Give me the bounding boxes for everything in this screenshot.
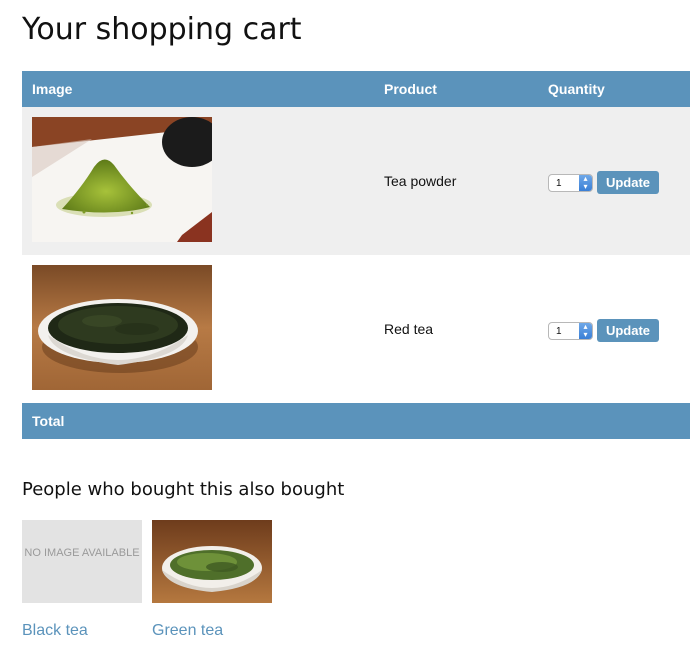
page-title: Your shopping cart <box>22 12 302 47</box>
green-tea-bowl-photo-icon <box>152 520 272 603</box>
select-arrows-icon: ▴ ▾ <box>579 322 592 339</box>
product-image[interactable] <box>32 117 212 242</box>
select-arrows-icon: ▴ ▾ <box>579 174 592 191</box>
cart-table: Image Product Quantity Tea powder 1 ▴ ▾ … <box>22 71 690 439</box>
product-name: Tea powder <box>384 173 457 189</box>
header-product: Product <box>384 81 437 97</box>
header-image: Image <box>32 81 73 97</box>
matcha-powder-photo-icon <box>32 117 212 242</box>
quantity-select[interactable]: 1 ▴ ▾ <box>548 321 593 340</box>
product-image[interactable] <box>32 265 212 390</box>
table-header: Image Product Quantity <box>22 71 690 107</box>
no-image-placeholder[interactable]: NO IMAGE AVAILABLE <box>22 520 142 603</box>
recommendation-image[interactable] <box>152 520 272 603</box>
recommendation-link[interactable]: Black tea <box>22 622 88 640</box>
table-footer: Total <box>22 403 690 439</box>
quantity-value: 1 <box>556 325 562 337</box>
quantity-control: 1 ▴ ▾ Update <box>548 319 659 342</box>
quantity-control: 1 ▴ ▾ Update <box>548 171 659 194</box>
recommendation-item[interactable]: NO IMAGE AVAILABLE Black tea <box>22 520 142 639</box>
also-bought-title: People who bought this also bought <box>22 479 345 500</box>
tea-leaves-bowl-photo-icon <box>32 265 212 390</box>
table-row: Red tea 1 ▴ ▾ Update <box>22 255 690 403</box>
product-name: Red tea <box>384 321 434 337</box>
total-label: Total <box>32 413 65 429</box>
update-button[interactable]: Update <box>597 319 659 342</box>
header-quantity: Quantity <box>548 81 605 97</box>
table-row: Tea powder 1 ▴ ▾ Update <box>22 107 690 255</box>
quantity-value: 1 <box>556 177 562 189</box>
update-button[interactable]: Update <box>597 171 659 194</box>
recommendation-item[interactable]: Green tea <box>152 520 272 639</box>
recommendation-link[interactable]: Green tea <box>152 622 223 640</box>
shopping-cart-page: Your shopping cart Image Product Quantit… <box>0 0 690 652</box>
quantity-select[interactable]: 1 ▴ ▾ <box>548 173 593 192</box>
